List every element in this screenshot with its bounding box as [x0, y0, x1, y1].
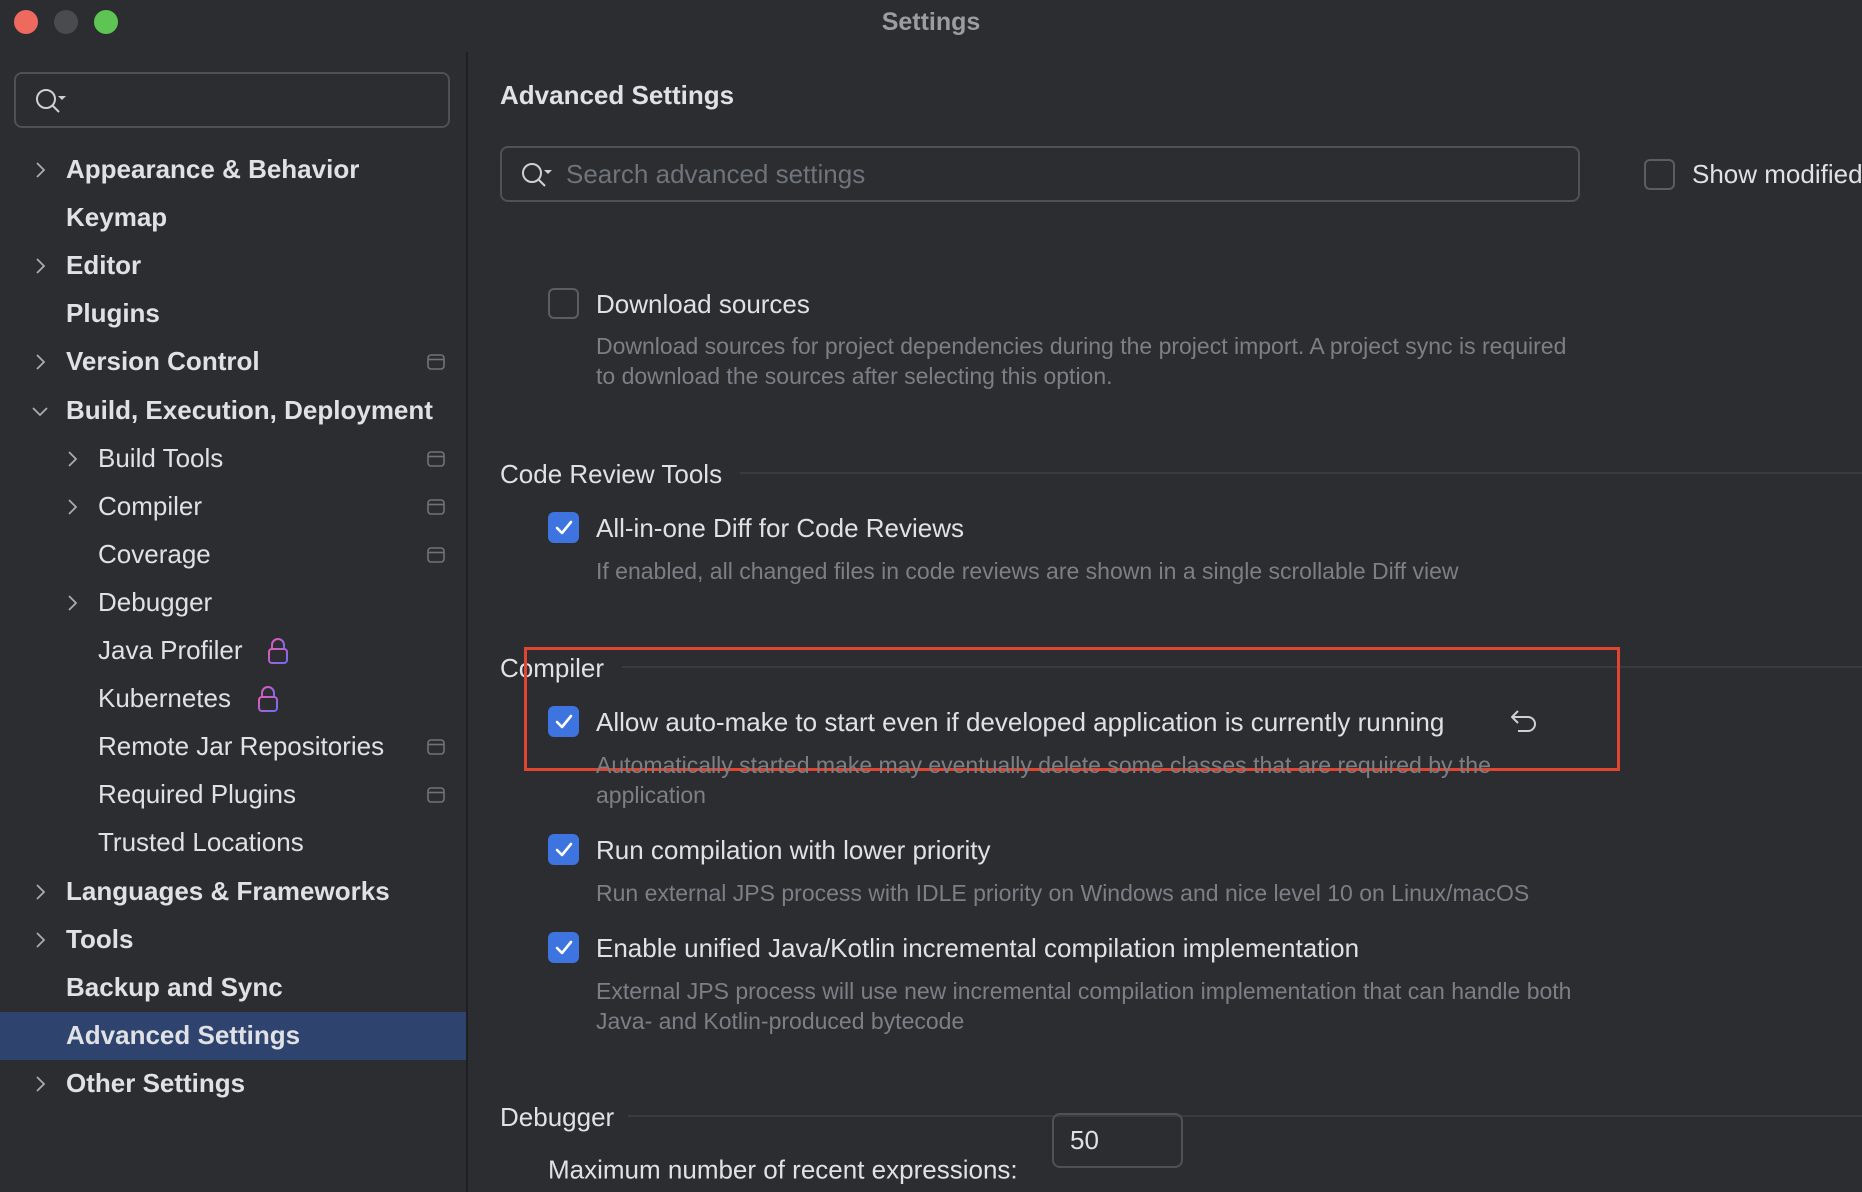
sidebar-item-editor[interactable]: Editor	[0, 242, 466, 290]
sidebar-item-label: Trusted Locations	[98, 827, 304, 858]
sidebar-item-compiler[interactable]: Compiler	[0, 483, 466, 531]
sidebar-item-label: Version Control	[66, 346, 260, 377]
title-bar: Settings	[0, 0, 1862, 44]
sidebar-item-label: Keymap	[66, 202, 168, 233]
window-title: Settings	[881, 8, 981, 36]
sidebar-search-input[interactable]	[14, 72, 450, 128]
checkmark-icon	[555, 520, 573, 535]
download-sources-description: Download sources for project dependencie…	[596, 333, 1567, 389]
all-in-one-diff-label: All-in-one Diff for Code Reviews	[596, 513, 964, 543]
max-recent-expressions-input[interactable]	[1054, 1115, 1181, 1166]
group-separator	[628, 1115, 1862, 1117]
download-sources-label: Download sources	[596, 289, 810, 319]
sidebar-item-label: Editor	[66, 250, 142, 281]
run-compilation-lower-priority-checkbox[interactable]	[548, 834, 579, 865]
sidebar-item-version-control[interactable]: Version Control	[0, 338, 466, 386]
all-in-one-diff-checkbox[interactable]	[548, 512, 579, 543]
sidebar-item-kubernetes[interactable]: Kubernetes	[0, 675, 466, 723]
sidebar-item-advanced-settings[interactable]: Advanced Settings	[0, 1011, 466, 1060]
sidebar-item-languages-frameworks[interactable]: Languages & Frameworks	[0, 868, 466, 916]
all-in-one-diff-description: If enabled, all changed files in code re…	[596, 558, 1459, 584]
settings-sidebar: Appearance & Behavior Keymap Editor Plugins…	[0, 44, 466, 1192]
unified-incremental-compilation-label: Enable unified Java/Kotlin incremental c…	[596, 933, 1360, 963]
chevron-right-icon[interactable]	[30, 1074, 50, 1094]
download-sources-checkbox[interactable]	[548, 288, 579, 319]
project-level-icon	[426, 449, 446, 474]
project-level-icon	[426, 737, 446, 762]
max-recent-expressions-field[interactable]	[1052, 1113, 1183, 1168]
sidebar-item-debugger[interactable]: Debugger	[0, 579, 466, 627]
sidebar-item-required-plugins[interactable]: Required Plugins	[0, 771, 466, 819]
allow-auto-make-label: Allow auto-make to start even if develop…	[596, 707, 1445, 737]
run-compilation-lower-priority-label: Run compilation with lower priority	[596, 835, 991, 865]
chevron-right-icon[interactable]	[62, 449, 82, 469]
chevron-right-icon[interactable]	[62, 497, 82, 517]
sidebar-item-label: Coverage	[98, 538, 211, 569]
sidebar-item-label: Tools	[66, 923, 134, 954]
sidebar-item-label: Required Plugins	[98, 779, 297, 810]
group-title-code-review: Code Review Tools	[500, 459, 723, 489]
reset-to-default-icon[interactable]	[1508, 707, 1540, 742]
sidebar-item-trusted-locations[interactable]: Trusted Locations	[0, 819, 466, 867]
max-recent-expressions-label: Maximum number of recent expressions:	[548, 1154, 1018, 1185]
advanced-settings-search[interactable]	[500, 146, 1580, 202]
sidebar-item-build-execution-deployment[interactable]: Build, Execution, Deployment	[0, 387, 466, 435]
allow-auto-make-checkbox[interactable]	[548, 706, 579, 737]
page-title: Advanced Settings	[500, 80, 735, 110]
chevron-right-icon[interactable]	[30, 352, 50, 372]
sidebar-item-tools[interactable]: Tools	[0, 916, 466, 964]
sidebar-item-label: Advanced Settings	[66, 1019, 301, 1050]
unified-incremental-compilation-description: External JPS process will use new increm…	[596, 978, 1572, 1034]
sidebar-item-backup-and-sync[interactable]: Backup and Sync	[0, 964, 466, 1012]
sidebar-item-label: Build Tools	[98, 442, 224, 473]
sidebar-item-build-tools[interactable]: Build Tools	[0, 435, 466, 483]
sidebar-item-keymap[interactable]: Keymap	[0, 194, 466, 242]
checkmark-icon	[555, 940, 573, 955]
chevron-right-icon[interactable]	[30, 930, 50, 950]
sidebar-item-appearance-behavior[interactable]: Appearance & Behavior	[0, 146, 466, 194]
sidebar-item-label: Appearance & Behavior	[66, 154, 360, 184]
chevron-right-icon[interactable]	[30, 882, 50, 902]
checkmark-icon	[555, 842, 573, 857]
lock-icon	[256, 685, 280, 718]
sidebar-item-plugins[interactable]: Plugins	[0, 290, 466, 338]
chevron-right-icon[interactable]	[30, 160, 50, 180]
sidebar-item-label: Kubernetes	[98, 683, 231, 714]
advanced-search-input[interactable]	[566, 148, 1566, 200]
project-level-icon	[426, 352, 446, 377]
checkmark-icon	[555, 714, 573, 729]
sidebar-item-label: Debugger	[98, 586, 213, 617]
search-icon	[34, 87, 68, 122]
sidebar-item-label: Remote Jar Repositories	[98, 731, 385, 762]
sidebar-item-label: Plugins	[66, 298, 160, 329]
sidebar-item-label: Java Profiler	[98, 635, 243, 665]
project-level-icon	[426, 785, 446, 810]
allow-auto-make-description: Automatically started make may eventuall…	[596, 752, 1491, 808]
sidebar-item-coverage[interactable]: Coverage	[0, 531, 466, 579]
chevron-down-icon[interactable]	[30, 401, 50, 421]
sidebar-item-label: Other Settings	[66, 1067, 246, 1098]
sidebar-item-other-settings[interactable]: Other Settings	[0, 1060, 466, 1108]
sidebar-item-label: Compiler	[98, 490, 203, 521]
sidebar-item-java-profiler[interactable]: Java Profiler	[0, 627, 466, 675]
sidebar-item-label: Languages & Frameworks	[66, 875, 390, 906]
lock-icon	[266, 637, 290, 670]
advanced-settings-panel: Advanced Settings Show modified Download…	[468, 44, 1862, 1192]
show-modified-checkbox[interactable]	[1644, 159, 1675, 190]
run-compilation-lower-priority-description: Run external JPS process with IDLE prior…	[596, 880, 1530, 906]
chevron-right-icon[interactable]	[62, 593, 82, 613]
show-modified-label: Show modified	[1692, 159, 1862, 189]
chevron-right-icon[interactable]	[30, 256, 50, 276]
sidebar-item-remote-jar-repositories[interactable]: Remote Jar Repositories	[0, 723, 466, 771]
project-level-icon	[426, 545, 446, 570]
search-icon	[520, 161, 554, 196]
unified-incremental-compilation-checkbox[interactable]	[548, 932, 579, 963]
sidebar-item-label: Build, Execution, Deployment	[66, 394, 433, 425]
group-title-debugger: Debugger	[500, 1102, 615, 1132]
group-separator	[740, 472, 1862, 474]
project-level-icon	[426, 497, 446, 522]
sidebar-item-label: Backup and Sync	[66, 971, 283, 1002]
